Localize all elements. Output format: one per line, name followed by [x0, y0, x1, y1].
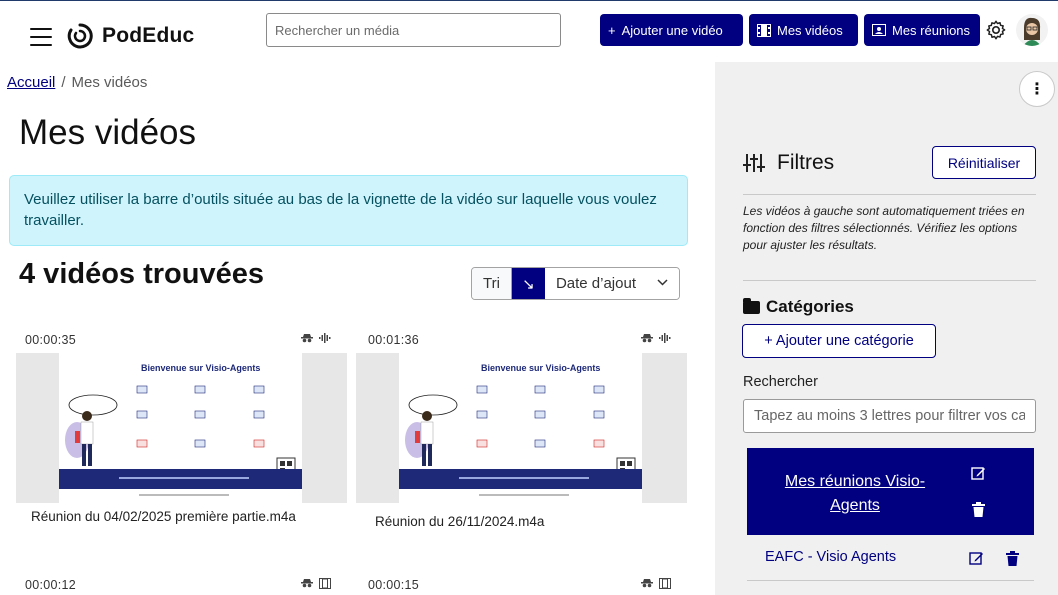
info-alert: Veuillez utiliser la barre d’outils situ… — [9, 175, 688, 246]
slide-illustration — [399, 385, 642, 496]
page-title: Mes vidéos — [19, 113, 197, 152]
breadcrumb: Accueil / Mes vidéos — [7, 74, 147, 91]
category-item: EAFC - Visio Agents — [747, 536, 1034, 580]
sort-field-select[interactable]: Date d’ajout — [544, 268, 679, 299]
sort-direction-icon: ↘ — [522, 275, 535, 293]
audio-wave-icon — [659, 333, 671, 346]
breadcrumb-home-link[interactable]: Accueil — [7, 74, 55, 91]
add-video-button[interactable]: + Ajouter une vidéo — [600, 14, 743, 46]
sort-direction-button[interactable]: ↘ — [511, 268, 545, 299]
video-thumbnail[interactable]: Bienvenue sur Visio-Agents — [356, 353, 687, 503]
divider — [743, 280, 1036, 281]
contact-card-icon — [872, 24, 886, 36]
filters-header: Filtres — [743, 151, 834, 175]
sort-label: Tri — [472, 268, 512, 299]
reset-filters-button[interactable]: Réinitialiser — [932, 146, 1036, 179]
category-search-label: Rechercher — [743, 374, 818, 390]
video-thumbnail[interactable]: Bienvenue sur Visio-Agents — [16, 353, 347, 503]
add-video-label: Ajouter une vidéo — [621, 22, 723, 38]
settings-gear-icon[interactable] — [985, 19, 1007, 41]
audio-wave-icon — [319, 333, 331, 346]
divider — [747, 580, 1034, 581]
incognito-icon — [301, 333, 313, 346]
user-avatar[interactable] — [1016, 14, 1048, 46]
video-title[interactable]: Réunion du 04/02/2025 première partie.m4… — [16, 508, 347, 525]
plus-icon: + — [764, 333, 773, 349]
top-navbar: PodEduc + Ajouter une vidéo Mes vidéos M… — [0, 0, 1058, 62]
add-category-label: Ajouter une catégorie — [775, 333, 914, 349]
filters-help-text: Les vidéos à gauche sont automatiquement… — [743, 204, 1025, 252]
edit-icon[interactable] — [971, 466, 986, 481]
video-duration: 00:00:15 — [368, 578, 420, 592]
chevron-down-icon — [657, 268, 668, 299]
folder-icon — [743, 297, 760, 314]
divider — [743, 194, 1036, 195]
sliders-icon — [743, 154, 765, 172]
filters-title: Filtres — [777, 151, 835, 174]
category-search-input[interactable] — [743, 399, 1036, 433]
video-card: 00:00:35 Bienvenue sur Visio-Agents Réun… — [16, 327, 347, 525]
filters-sidebar: ⋮ Filtres Réinitialiser Les vidéos à gau… — [715, 62, 1058, 595]
sort-control: Tri ↘ Date d’ajout — [471, 267, 680, 300]
slide-illustration — [59, 385, 302, 496]
videos-count-title: 4 vidéos trouvées — [19, 258, 264, 290]
my-meetings-button[interactable]: Mes réunions — [864, 14, 980, 46]
category-link[interactable]: EAFC - Visio Agents — [765, 549, 896, 565]
my-videos-label: Mes vidéos — [777, 22, 843, 38]
slide-preview: Bienvenue sur Visio-Agents — [59, 353, 302, 503]
menu-icon[interactable] — [30, 28, 52, 46]
video-card: 00:00:12 — [16, 572, 347, 595]
my-videos-button[interactable]: Mes vidéos — [749, 14, 858, 46]
trash-icon[interactable] — [1006, 551, 1019, 566]
video-duration: 00:00:35 — [25, 333, 77, 347]
more-options-icon[interactable]: ⋮ — [1019, 71, 1055, 107]
categories-header: Catégories — [743, 297, 854, 317]
film-icon — [757, 23, 771, 37]
incognito-icon — [301, 578, 313, 592]
category-link[interactable]: Mes réunions Visio-Agents — [767, 470, 943, 518]
app-logo[interactable]: PodEduc — [67, 23, 194, 49]
plus-icon: + — [608, 22, 616, 38]
add-category-button[interactable]: + Ajouter une catégorie — [742, 324, 936, 358]
breadcrumb-current: Mes vidéos — [71, 74, 148, 91]
sort-field-value: Date d’ajout — [555, 275, 636, 292]
film-icon — [659, 578, 671, 592]
categories-title: Catégories — [766, 297, 854, 316]
video-card: 00:00:15 — [356, 572, 687, 595]
video-duration: 00:01:36 — [368, 333, 420, 347]
category-item-active: Mes réunions Visio-Agents — [747, 448, 1034, 535]
podeduc-logo-icon — [67, 23, 93, 49]
trash-icon[interactable] — [972, 502, 985, 517]
video-duration: 00:00:12 — [25, 578, 77, 592]
slide-preview: Bienvenue sur Visio-Agents — [399, 353, 642, 503]
incognito-icon — [641, 578, 653, 592]
video-title[interactable]: Réunion du 26/11/2024.m4a — [356, 513, 687, 530]
my-meetings-label: Mes réunions — [892, 22, 971, 38]
incognito-icon — [641, 333, 653, 346]
breadcrumb-separator: / — [61, 74, 66, 91]
film-icon — [319, 578, 331, 592]
search-input[interactable] — [266, 13, 561, 47]
video-card: 00:01:36 Bienvenue sur Visio-Agents Réun… — [356, 327, 687, 530]
edit-icon[interactable] — [969, 551, 984, 566]
app-name: PodEduc — [102, 24, 195, 47]
